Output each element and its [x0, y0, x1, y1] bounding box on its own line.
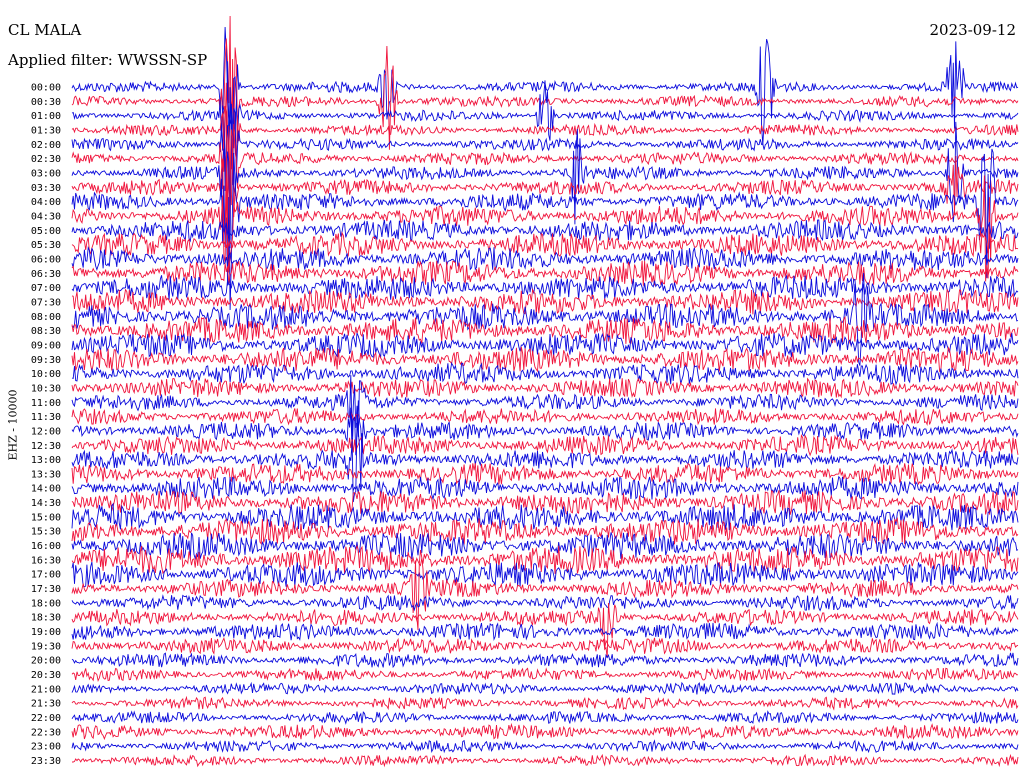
tick-label-group: 00:00 00:30 01:00 01:30 02:00 02:30 03:00 03:30…	[31, 83, 61, 768]
tick-label: 11:00	[31, 398, 61, 409]
tick-label: 07:30	[31, 297, 61, 308]
tick-label: 08:00	[31, 312, 61, 323]
tick-label: 10:30	[31, 383, 61, 394]
tick-label: 18:30	[31, 613, 61, 624]
trace-0830	[71, 315, 1019, 345]
tick-label: 15:30	[31, 527, 61, 538]
tick-label: 19:30	[31, 641, 61, 652]
trace-1430	[71, 490, 1019, 515]
trace-1800	[71, 594, 1019, 612]
trace-0900	[71, 332, 1019, 359]
trace-1930	[71, 636, 1019, 655]
tick-label: 20:30	[31, 670, 61, 681]
tick-label: 06:00	[31, 254, 61, 265]
helicorder-plot: 00:00 00:30 01:00 01:30 02:00 02:30 03:00 03:30…	[31, 15, 1019, 768]
tick-label: 12:00	[31, 426, 61, 437]
trace-1300	[71, 422, 1019, 503]
tick-label: 05:30	[31, 240, 61, 251]
trace-1130	[71, 408, 1019, 427]
tick-label: 13:30	[31, 469, 61, 480]
tick-label: 04:30	[31, 211, 61, 222]
tick-label: 16:00	[31, 541, 61, 552]
tick-label: 15:00	[31, 512, 61, 523]
tick-label: 14:00	[31, 484, 61, 495]
trace-1200	[71, 400, 1019, 456]
tick-label: 09:00	[31, 340, 61, 351]
tick-label: 22:00	[31, 713, 61, 724]
trace-1230	[71, 433, 1019, 457]
tick-label: 22:30	[31, 727, 61, 738]
trace-2030	[71, 667, 1019, 682]
trace-2100	[71, 681, 1019, 695]
tick-label: 06:30	[31, 269, 61, 280]
tick-label: 12:30	[31, 441, 61, 452]
trace-1030	[71, 377, 1019, 399]
tick-label: 03:30	[31, 183, 61, 194]
tick-label: 09:30	[31, 355, 61, 366]
trace-0230	[71, 105, 1019, 230]
trace-2230	[71, 722, 1019, 741]
trace-2130	[71, 695, 1019, 711]
tick-label: 16:30	[31, 555, 61, 566]
tick-label: 21:30	[31, 699, 61, 710]
trace-0030	[71, 15, 1019, 170]
tick-label: 10:00	[31, 369, 61, 380]
tick-label: 14:30	[31, 498, 61, 509]
tick-label: 23:00	[31, 742, 61, 753]
tick-label: 17:00	[31, 570, 61, 581]
trace-0700	[71, 274, 1019, 300]
trace-0200	[71, 87, 1019, 192]
tick-label: 18:00	[31, 598, 61, 609]
tick-label: 00:00	[31, 83, 61, 94]
trace-group	[71, 15, 1019, 768]
tick-label: 07:00	[31, 283, 61, 294]
tick-label: 03:00	[31, 168, 61, 179]
trace-2200	[71, 710, 1019, 725]
tick-label: 04:00	[31, 197, 61, 208]
tick-label: 23:30	[31, 756, 61, 767]
tick-label: 05:00	[31, 226, 61, 237]
trace-0100	[71, 61, 1019, 168]
tick-label: 01:30	[31, 125, 61, 136]
tick-label: 01:00	[31, 111, 61, 122]
tick-label: 17:30	[31, 584, 61, 595]
tick-label: 11:30	[31, 412, 61, 423]
trace-2000	[71, 652, 1019, 669]
trace-1500	[71, 502, 1019, 531]
tick-label: 02:00	[31, 140, 61, 151]
trace-2300	[71, 739, 1019, 754]
trace-0500	[71, 219, 1019, 243]
trace-1900	[71, 621, 1019, 641]
tick-label: 20:00	[31, 656, 61, 667]
tick-label: 21:00	[31, 684, 61, 695]
trace-2330	[72, 753, 1019, 768]
tick-label: 08:30	[31, 326, 61, 337]
trace-1000	[71, 361, 1019, 386]
tick-label: 13:00	[31, 455, 61, 466]
tick-label: 00:30	[31, 97, 61, 108]
tick-label: 19:00	[31, 627, 61, 638]
tick-label: 02:30	[31, 154, 61, 165]
